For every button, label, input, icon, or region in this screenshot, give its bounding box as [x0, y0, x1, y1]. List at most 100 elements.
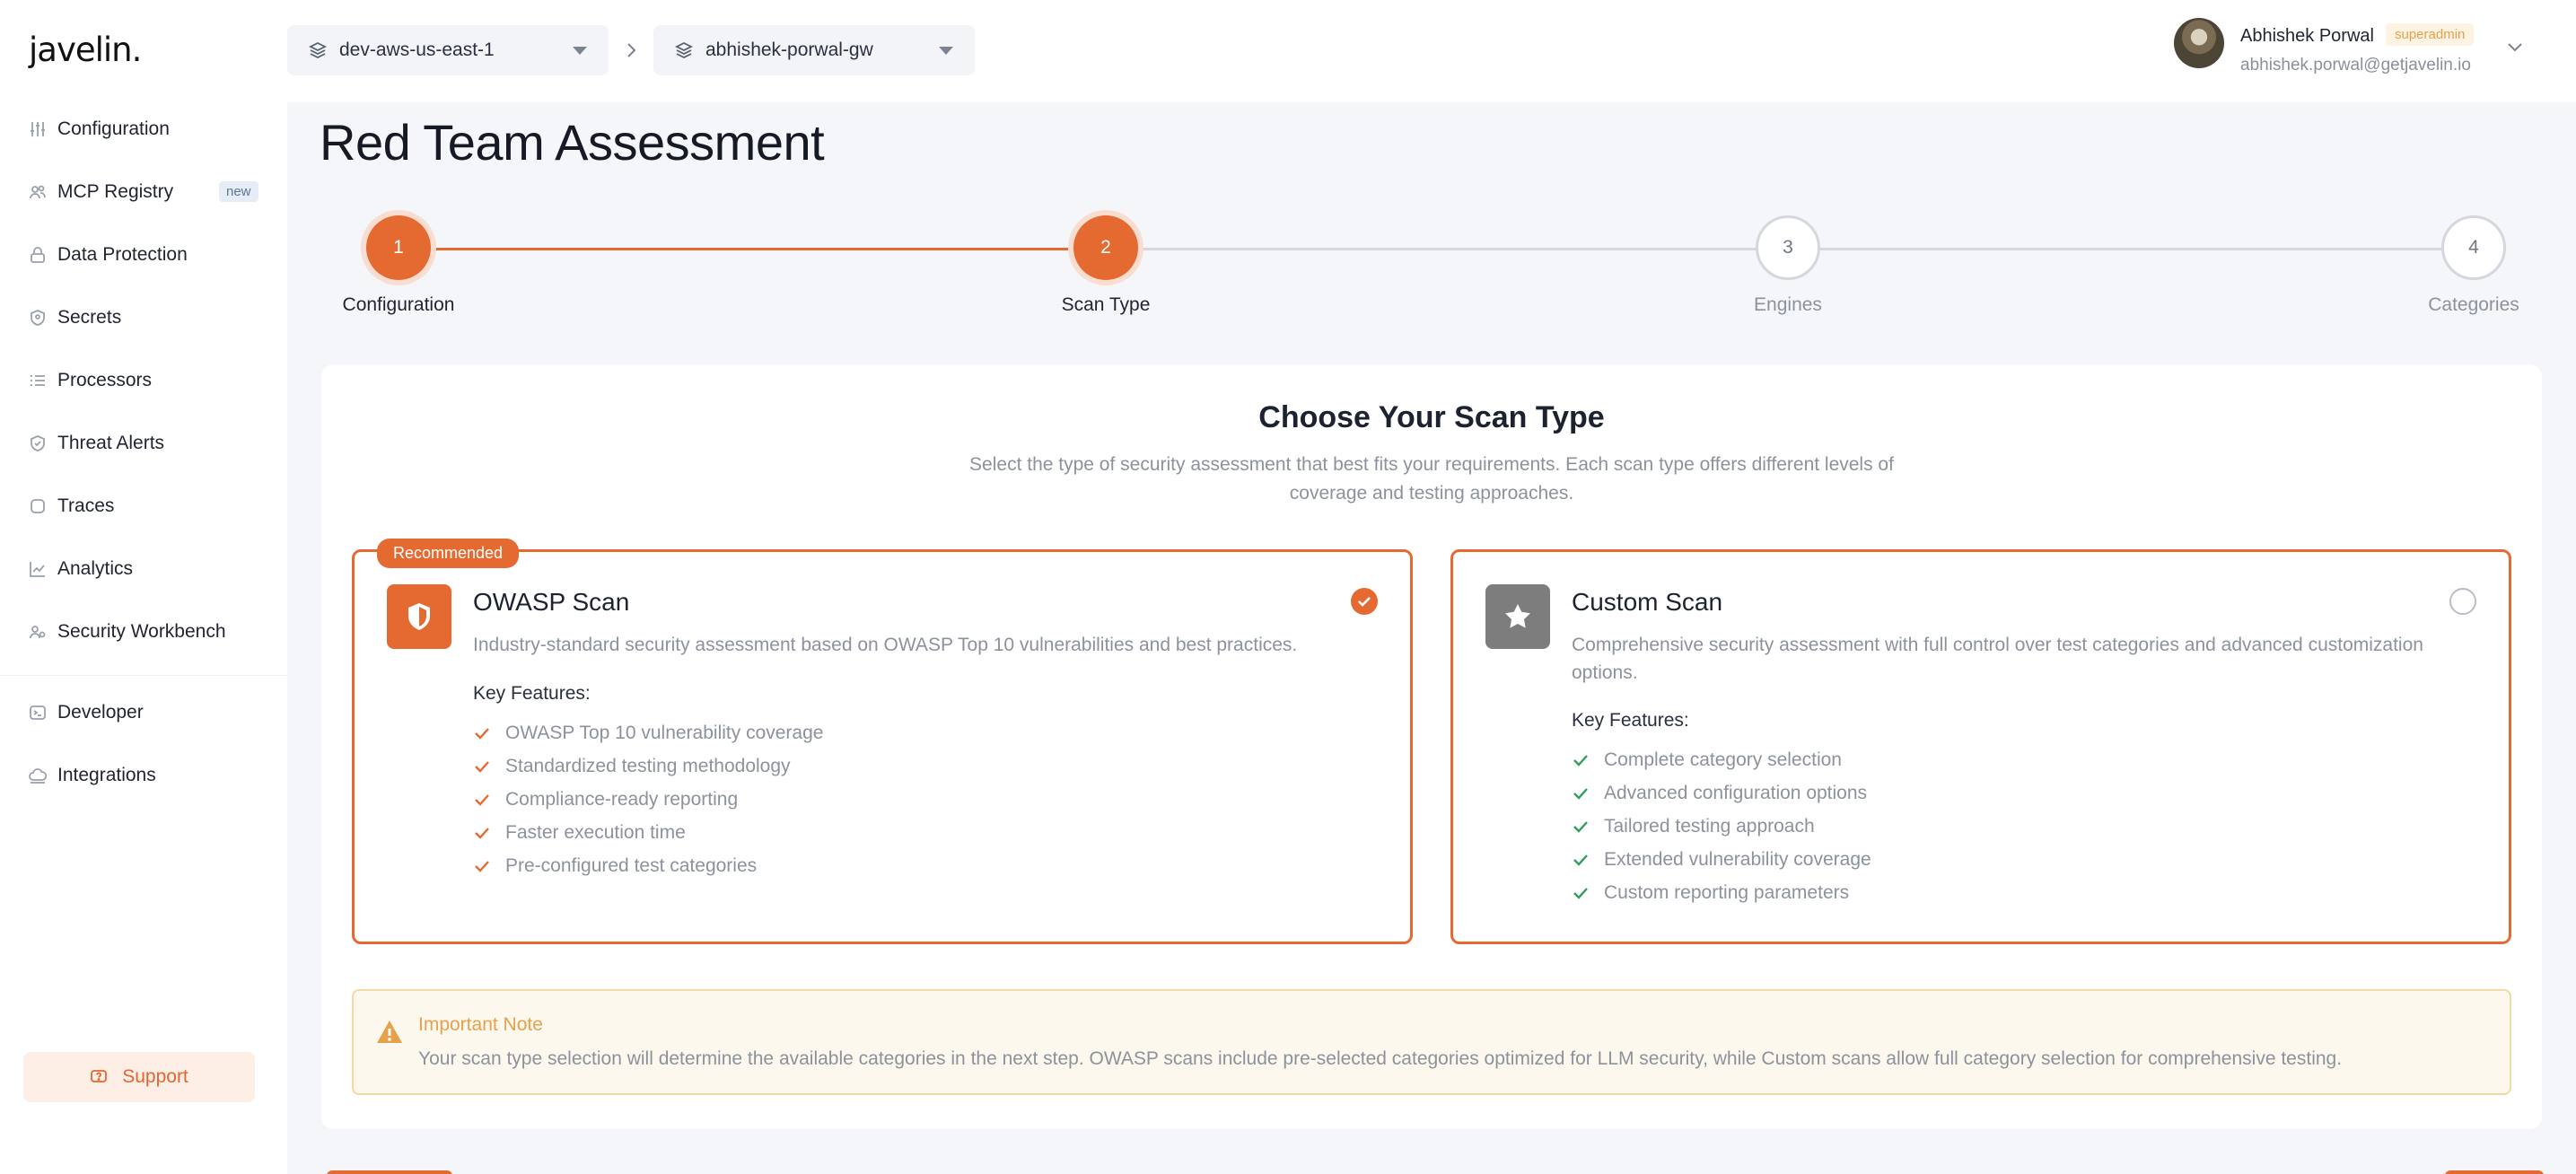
app-logo[interactable]: javelin.: [29, 31, 142, 69]
step-4-circle[interactable]: 4: [2441, 215, 2506, 280]
custom-title: Custom Scan: [1572, 588, 1723, 616]
avatar[interactable]: [2174, 18, 2224, 68]
feature-item: Pre-configured test categories: [473, 855, 757, 877]
sidebar-item-label: Processors: [57, 370, 153, 390]
star-icon: [1505, 604, 1530, 628]
support-button[interactable]: Support: [23, 1052, 255, 1102]
step-connector-pending: [1138, 248, 1788, 250]
list-icon: [31, 375, 45, 386]
owasp-scan-card[interactable]: OWASP Scan Industry-standard security as…: [352, 549, 1413, 944]
sidebar: javelin. Configuration MCP Registry new …: [0, 0, 287, 1174]
feature-item: Custom reporting parameters: [1572, 882, 1849, 904]
step-2-label: Scan Type: [1061, 294, 1151, 315]
custom-icon-box: [1485, 584, 1550, 649]
custom-scan-card[interactable]: Custom Scan Comprehensive security asses…: [1450, 549, 2511, 944]
note-title: Important Note: [418, 1014, 543, 1035]
owasp-radio-selected[interactable]: [1351, 588, 1378, 615]
check-icon: [1358, 597, 1371, 607]
sidebar-item-traces[interactable]: Traces: [29, 488, 114, 524]
check-icon: [475, 761, 489, 773]
sidebar-item-label: Integrations: [57, 765, 156, 785]
custom-description: Comprehensive security assessment with f…: [1572, 635, 2423, 683]
sidebar-item-configuration[interactable]: Configuration: [29, 111, 170, 147]
sidebar-item-secrets[interactable]: Secrets: [29, 300, 121, 336]
shield-icon: [408, 603, 430, 630]
sidebar-item-analytics[interactable]: Analytics: [29, 551, 133, 587]
environment-selector[interactable]: dev-aws-us-east-1: [287, 25, 609, 75]
lock-icon: [31, 247, 45, 263]
users-gear-icon: [30, 626, 46, 639]
chevron-right-icon: [627, 43, 636, 57]
sidebar-item-label: MCP Registry: [57, 181, 174, 202]
chevron-down-icon: [573, 47, 587, 55]
users-icon: [30, 185, 46, 199]
environment-value: dev-aws-us-east-1: [339, 39, 495, 60]
chevron-down-icon: [939, 47, 953, 55]
shield-key-icon: [31, 310, 45, 326]
owasp-description: Industry-standard security assessment ba…: [473, 635, 1298, 655]
check-icon: [1573, 854, 1588, 866]
sidebar-divider: [0, 675, 287, 676]
warning-icon: [377, 1021, 402, 1043]
gateway-value: abhishek-porwal-gw: [705, 39, 873, 60]
check-icon: [1573, 888, 1588, 899]
sidebar-item-label: Configuration: [57, 118, 170, 139]
sidebar-item-label: Developer: [57, 702, 144, 723]
panel-heading: Choose Your Scan Type: [1258, 400, 1605, 434]
sidebar-item-label: Threat Alerts: [57, 433, 165, 453]
step-3-label: Engines: [1754, 294, 1822, 315]
terminal-icon: [30, 705, 46, 720]
layers-icon: [309, 41, 327, 59]
sidebar-item-processors[interactable]: Processors: [29, 363, 152, 399]
check-icon: [475, 728, 489, 740]
sidebar-item-label: Security Workbench: [57, 621, 226, 642]
feature-item: Complete category selection: [1572, 749, 1842, 771]
sidebar-item-security-workbench[interactable]: Security Workbench: [29, 614, 226, 650]
next-button-partial[interactable]: [2445, 1170, 2544, 1174]
square-icon: [31, 499, 45, 513]
feature-item: Standardized testing methodology: [473, 756, 791, 777]
back-button-partial[interactable]: [327, 1170, 452, 1174]
sidebar-item-label: Secrets: [57, 307, 122, 328]
sidebar-item-label: Analytics: [57, 558, 134, 579]
step-1-label: Configuration: [342, 294, 455, 315]
user-email: abhishek.porwal@getjavelin.io: [2240, 56, 2471, 74]
custom-radio-unselected[interactable]: [2449, 588, 2476, 615]
note-text: Your scan type selection will determine …: [418, 1048, 2343, 1069]
chart-line-icon: [30, 562, 45, 577]
step-connector-complete: [399, 248, 1106, 250]
sidebar-item-developer[interactable]: Developer: [29, 695, 144, 731]
owasp-icon-box: [387, 584, 451, 649]
sliders-icon: [31, 122, 45, 136]
check-icon: [475, 794, 489, 806]
step-3-circle[interactable]: 3: [1756, 215, 1820, 280]
step-2-circle[interactable]: 2: [1073, 215, 1138, 280]
layers-icon: [675, 41, 693, 59]
page-title: Red Team Assessment: [320, 114, 825, 171]
recommended-badge: Recommended: [377, 539, 520, 568]
feature-item: Compliance-ready reporting: [473, 789, 738, 810]
step-4-label: Categories: [2428, 294, 2519, 315]
feature-item: Faster execution time: [473, 822, 686, 844]
feature-item: Tailored testing approach: [1572, 816, 1815, 837]
gateway-selector[interactable]: abhishek-porwal-gw: [653, 25, 975, 75]
sidebar-item-data-protection[interactable]: Data Protection: [29, 237, 188, 273]
step-1-circle[interactable]: 1: [366, 215, 431, 280]
feature-item: Extended vulnerability coverage: [1572, 849, 1871, 871]
panel-subheading: Select the type of security assessment t…: [969, 454, 1894, 504]
sidebar-item-threat-alerts[interactable]: Threat Alerts: [29, 425, 164, 461]
chevron-down-icon[interactable]: [2506, 41, 2524, 54]
sidebar-item-mcp-registry[interactable]: MCP Registry: [29, 174, 173, 210]
chat-help-icon: [91, 1070, 108, 1082]
owasp-features-title: Key Features:: [473, 683, 591, 704]
user-name: Abhishek Porwal: [2240, 26, 2374, 46]
support-label: Support: [122, 1066, 188, 1087]
check-icon: [475, 861, 489, 872]
check-icon: [1573, 821, 1588, 833]
sidebar-item-label: Data Protection: [57, 244, 188, 265]
important-note: Important Note Your scan type selection …: [352, 989, 2511, 1095]
sidebar-item-integrations[interactable]: Integrations: [29, 758, 156, 793]
new-badge: new: [219, 181, 258, 202]
step-connector-pending: [1820, 248, 2466, 250]
check-icon: [1573, 788, 1588, 800]
